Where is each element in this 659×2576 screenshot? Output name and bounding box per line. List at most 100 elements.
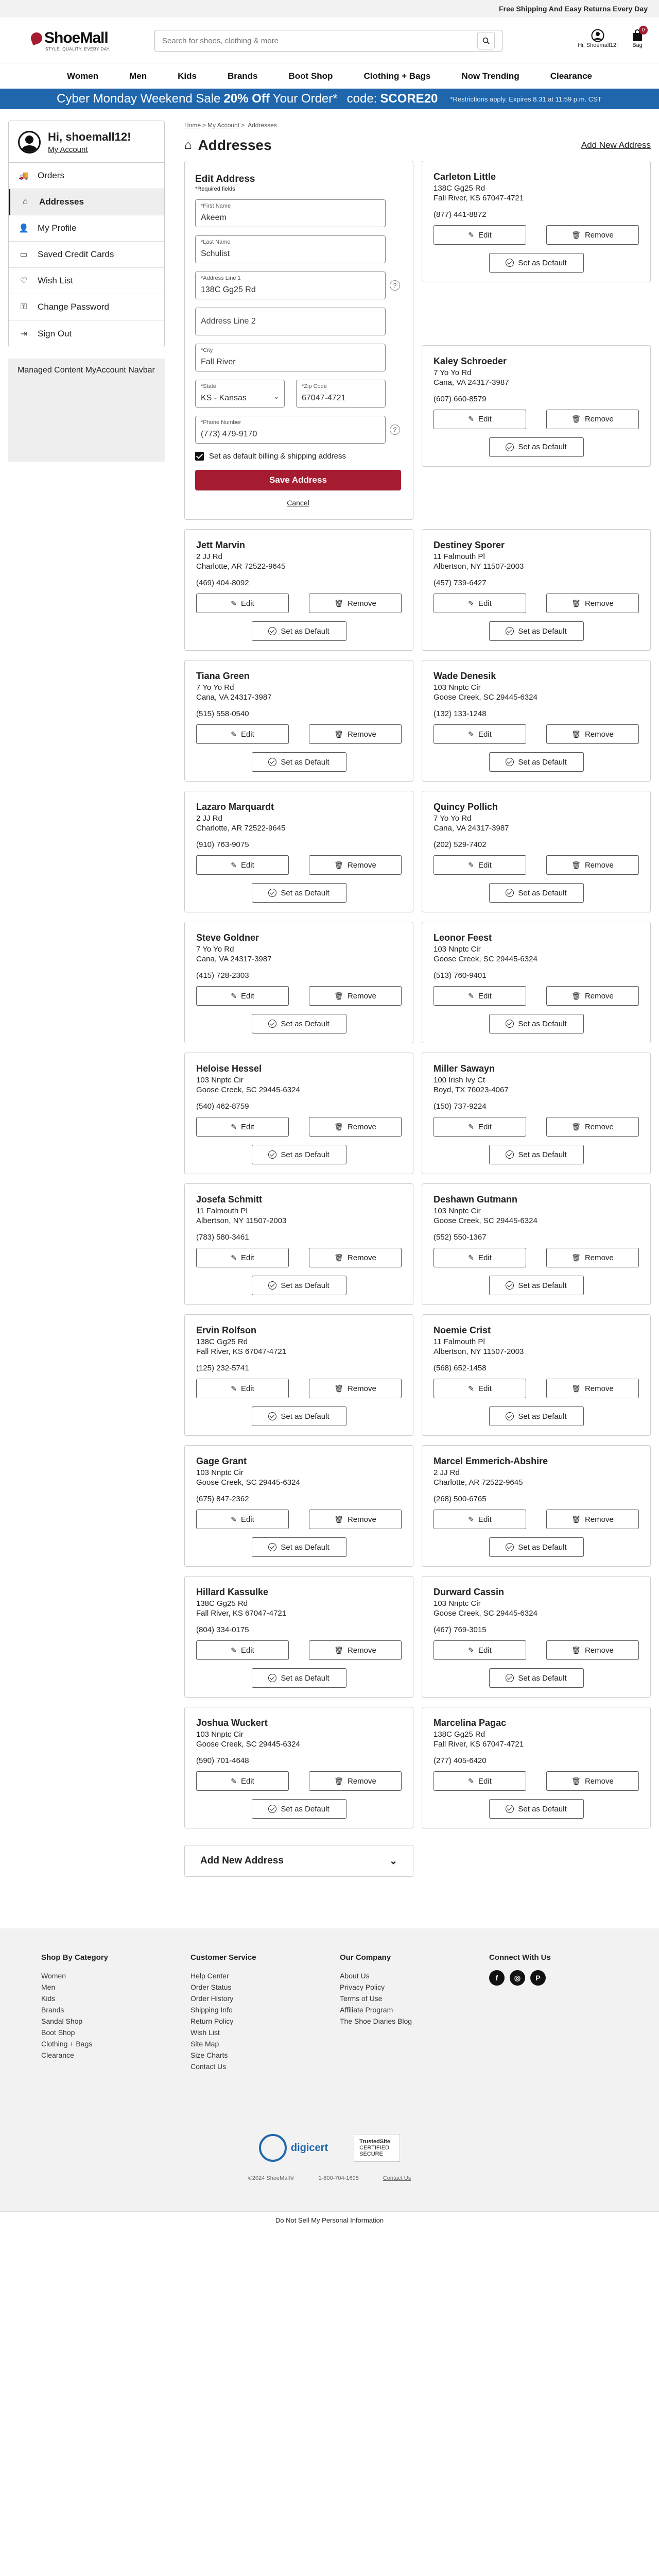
footer-link[interactable]: Affiliate Program <box>340 2004 489 2015</box>
remove-button[interactable]: 🗑 Remove <box>309 1771 402 1791</box>
footer-link[interactable]: Men <box>41 1981 190 1993</box>
remove-button[interactable]: 🗑 Remove <box>309 724 402 744</box>
edit-button[interactable]: ✎ Edit <box>196 1379 289 1398</box>
address-line2-field[interactable]: Address Line 2 <box>195 308 386 335</box>
set-default-button[interactable]: Set as Default <box>251 1276 346 1295</box>
edit-button[interactable]: ✎ Edit <box>433 1640 526 1660</box>
account-menu[interactable]: Hi, Shoemall12! <box>578 29 618 48</box>
footer-link[interactable]: Terms of Use <box>340 1993 489 2004</box>
footer-link[interactable]: Help Center <box>190 1970 340 1981</box>
sidebar-item-sign-out[interactable]: ⇥ Sign Out <box>9 320 164 347</box>
footer-link[interactable]: Clothing + Bags <box>41 2038 190 2049</box>
search-input[interactable] <box>162 36 477 45</box>
sidebar-item-saved-credit-cards[interactable]: ▭ Saved Credit Cards <box>9 242 164 268</box>
edit-button[interactable]: ✎ Edit <box>433 1117 526 1137</box>
nav-clearance[interactable]: Clearance <box>535 71 608 81</box>
remove-button[interactable]: 🗑 Remove <box>309 594 402 613</box>
footer-link[interactable]: Size Charts <box>190 2049 340 2061</box>
edit-button[interactable]: ✎ Edit <box>433 594 526 613</box>
footer-link[interactable]: Return Policy <box>190 2015 340 2027</box>
footer-link[interactable]: Contact Us <box>190 2061 340 2072</box>
footer-link[interactable]: Sandal Shop <box>41 2015 190 2027</box>
nav-clothing-bags[interactable]: Clothing + Bags <box>348 71 446 81</box>
nav-women[interactable]: Women <box>51 71 114 81</box>
phone-field[interactable]: *Phone Number (773) 479-9170 <box>195 416 386 444</box>
info-icon[interactable]: ? <box>390 425 400 435</box>
nav-men[interactable]: Men <box>114 71 162 81</box>
footer-contact-link[interactable]: Contact Us <box>383 2175 411 2181</box>
add-new-address-link[interactable]: Add New Address <box>581 140 651 150</box>
sidebar-item-change-password[interactable]: ⚿ Change Password <box>9 294 164 320</box>
default-address-checkbox[interactable]: Set as default billing & shipping addres… <box>195 452 403 461</box>
footer-link[interactable]: Women <box>41 1970 190 1981</box>
add-new-address-accordion[interactable]: Add New Address ⌄ <box>184 1845 413 1877</box>
edit-button[interactable]: ✎ Edit <box>196 1510 289 1529</box>
set-default-button[interactable]: Set as Default <box>489 1014 584 1033</box>
edit-button[interactable]: ✎ Edit <box>433 1248 526 1267</box>
zip-field[interactable]: *Zip Code 67047-4721 <box>296 380 386 408</box>
set-default-button[interactable]: Set as Default <box>251 1537 346 1557</box>
trustedsite-badge[interactable]: TrustedSite CERTIFIED SECURE <box>354 2134 401 2162</box>
remove-button[interactable]: 🗑 Remove <box>309 1640 402 1660</box>
remove-button[interactable]: 🗑 Remove <box>309 1117 402 1137</box>
set-default-button[interactable]: Set as Default <box>251 752 346 772</box>
set-default-button[interactable]: Set as Default <box>489 437 584 457</box>
footer-link[interactable]: The Shoe Diaries Blog <box>340 2015 489 2027</box>
edit-button[interactable]: ✎ Edit <box>433 409 526 429</box>
set-default-button[interactable]: Set as Default <box>489 1276 584 1295</box>
info-icon[interactable]: ? <box>390 280 400 291</box>
remove-button[interactable]: 🗑 Remove <box>309 1510 402 1529</box>
footer-link[interactable]: Order History <box>190 1993 340 2004</box>
footer-link[interactable]: About Us <box>340 1970 489 1981</box>
city-field[interactable]: *City Fall River <box>195 344 386 371</box>
edit-button[interactable]: ✎ Edit <box>196 1248 289 1267</box>
my-account-link[interactable]: My Account <box>48 145 131 154</box>
set-default-button[interactable]: Set as Default <box>489 253 584 273</box>
edit-button[interactable]: ✎ Edit <box>196 724 289 744</box>
remove-button[interactable]: 🗑 Remove <box>546 1510 639 1529</box>
footer-link[interactable]: Site Map <box>190 2038 340 2049</box>
footer-link[interactable]: Boot Shop <box>41 2027 190 2038</box>
remove-button[interactable]: 🗑 Remove <box>309 1379 402 1398</box>
nav-now-trending[interactable]: Now Trending <box>446 71 534 81</box>
breadcrumb-home[interactable]: Home <box>184 122 201 129</box>
remove-button[interactable]: 🗑 Remove <box>546 1771 639 1791</box>
bag-button[interactable]: 0 Bag <box>631 26 648 48</box>
remove-button[interactable]: 🗑 Remove <box>546 409 639 429</box>
set-default-button[interactable]: Set as Default <box>251 883 346 903</box>
remove-button[interactable]: 🗑 Remove <box>546 1640 639 1660</box>
footer-link[interactable]: Shipping Info <box>190 2004 340 2015</box>
remove-button[interactable]: 🗑 Remove <box>309 855 402 875</box>
set-default-button[interactable]: Set as Default <box>489 752 584 772</box>
footer-phone[interactable]: 1-800-704-1698 <box>318 2175 358 2181</box>
set-default-button[interactable]: Set as Default <box>489 621 584 641</box>
set-default-button[interactable]: Set as Default <box>251 1668 346 1688</box>
edit-button[interactable]: ✎ Edit <box>433 1510 526 1529</box>
do-not-sell-link[interactable]: Do Not Sell My Personal Information <box>0 2211 659 2229</box>
sidebar-item-orders[interactable]: 🚚 Orders <box>9 163 164 189</box>
state-select[interactable]: *State KS - Kansas ⌄ <box>195 380 285 408</box>
save-address-button[interactable]: Save Address <box>195 470 401 490</box>
edit-button[interactable]: ✎ Edit <box>433 855 526 875</box>
edit-button[interactable]: ✎ Edit <box>433 225 526 245</box>
digicert-badge[interactable]: digicert <box>258 2134 328 2162</box>
nav-kids[interactable]: Kids <box>162 71 212 81</box>
footer-link[interactable]: Clearance <box>41 2049 190 2061</box>
edit-button[interactable]: ✎ Edit <box>433 724 526 744</box>
edit-button[interactable]: ✎ Edit <box>196 986 289 1006</box>
set-default-button[interactable]: Set as Default <box>489 883 584 903</box>
footer-link[interactable]: Order Status <box>190 1981 340 1993</box>
sidebar-item-addresses[interactable]: ⌂ Addresses <box>9 189 164 215</box>
set-default-button[interactable]: Set as Default <box>489 1668 584 1688</box>
set-default-button[interactable]: Set as Default <box>251 1406 346 1426</box>
remove-button[interactable]: 🗑 Remove <box>309 986 402 1006</box>
set-default-button[interactable]: Set as Default <box>489 1145 584 1164</box>
remove-button[interactable]: 🗑 Remove <box>546 1248 639 1267</box>
edit-button[interactable]: ✎ Edit <box>433 986 526 1006</box>
footer-link[interactable]: Wish List <box>190 2027 340 2038</box>
set-default-button[interactable]: Set as Default <box>489 1406 584 1426</box>
set-default-button[interactable]: Set as Default <box>251 621 346 641</box>
set-default-button[interactable]: Set as Default <box>251 1799 346 1819</box>
search-button[interactable] <box>477 32 495 49</box>
edit-button[interactable]: ✎ Edit <box>196 1771 289 1791</box>
